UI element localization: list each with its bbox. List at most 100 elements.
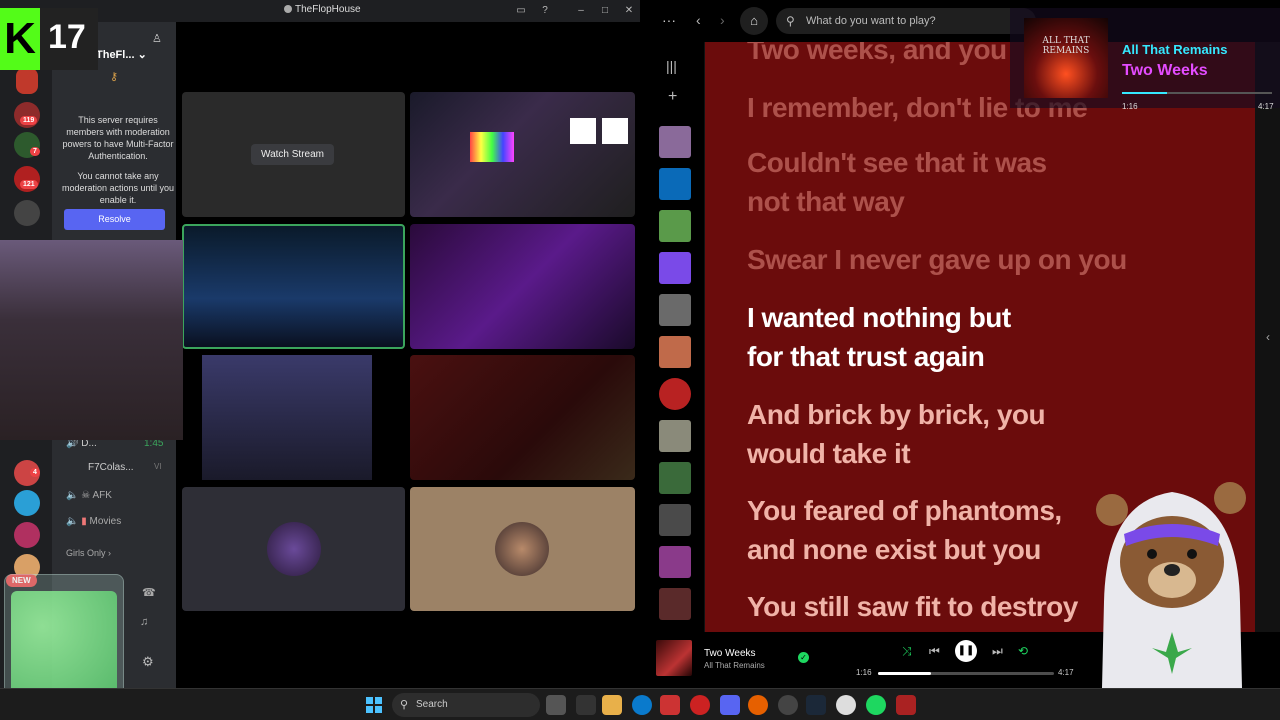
server-icon-home[interactable] xyxy=(16,68,38,94)
edge-icon[interactable] xyxy=(632,695,652,715)
shuffle-icon[interactable]: ⤨ xyxy=(902,644,912,659)
voice-channel-afk[interactable]: 🔈 ☠ AFK xyxy=(66,490,112,501)
server-icon[interactable] xyxy=(14,200,40,226)
elapsed-time: 1:16 xyxy=(856,668,872,677)
file-explorer-icon[interactable] xyxy=(602,695,622,715)
back-icon[interactable]: ‹ xyxy=(696,12,701,28)
minimize-icon[interactable]: – xyxy=(574,4,588,18)
next-icon[interactable]: ⏭ xyxy=(992,644,1003,659)
playlist-icon[interactable] xyxy=(659,546,691,578)
home-icon[interactable]: ⌂ xyxy=(740,7,768,35)
overlay-track: Two Weeks xyxy=(1122,62,1208,79)
app-icon[interactable] xyxy=(660,695,680,715)
task-view-icon[interactable] xyxy=(546,695,566,715)
resolve-button[interactable]: Resolve xyxy=(64,209,165,230)
playlist-icon[interactable] xyxy=(659,210,691,242)
voice-user[interactable]: F7Colas... xyxy=(88,462,134,473)
lyric-line[interactable]: Swear I never gave up on you xyxy=(747,240,1207,279)
pause-button[interactable]: ❚❚ xyxy=(955,640,977,662)
add-icon[interactable]: + xyxy=(668,88,677,106)
epic-games-icon[interactable] xyxy=(576,695,596,715)
taskbar-search-label: Search xyxy=(416,699,448,710)
menu-dots-icon[interactable]: ··· xyxy=(662,12,676,28)
playlist-icon[interactable] xyxy=(659,420,691,452)
track-artist[interactable]: All That Remains xyxy=(704,661,765,670)
playlist-icon[interactable] xyxy=(659,462,691,494)
windows-start-icon[interactable] xyxy=(366,697,382,713)
track-title[interactable]: Two Weeks xyxy=(704,648,756,659)
steam-icon[interactable] xyxy=(806,695,826,715)
overlay-elapsed: 1:16 xyxy=(1122,102,1138,111)
server-icon[interactable] xyxy=(14,490,40,516)
soundboard-icon[interactable]: ♫ xyxy=(140,616,148,628)
video-frame xyxy=(202,355,372,480)
help-icon[interactable]: ? xyxy=(538,4,552,18)
lyric-line-current[interactable]: I wanted nothing but for that trust agai… xyxy=(747,298,1047,376)
playlist-icon[interactable] xyxy=(659,336,691,368)
stream-tile[interactable]: Watch Stream xyxy=(182,92,405,217)
playlist-icon[interactable] xyxy=(659,588,691,620)
stream-tile-screenshare[interactable] xyxy=(410,92,635,217)
qr-code xyxy=(570,118,596,144)
chevron-left-icon[interactable]: ‹ xyxy=(1266,330,1270,344)
close-icon[interactable]: ✕ xyxy=(622,4,636,18)
spotify-icon[interactable] xyxy=(866,695,886,715)
firefox-icon[interactable] xyxy=(748,695,768,715)
progress-fill xyxy=(878,672,931,675)
repeat-icon[interactable]: ⟲ xyxy=(1018,644,1028,658)
library-icon[interactable]: ||| xyxy=(666,58,677,74)
stream-tile[interactable] xyxy=(410,224,635,349)
stream-tile[interactable] xyxy=(410,355,635,480)
bear-eye xyxy=(1147,549,1157,559)
obs-icon[interactable] xyxy=(836,695,856,715)
participant-tile[interactable] xyxy=(182,487,405,611)
forward-icon[interactable]: › xyxy=(720,12,725,28)
voice-channel-movies[interactable]: 🔈 ▮ Movies xyxy=(66,516,121,527)
server-icon[interactable] xyxy=(14,522,40,548)
playlist-icon[interactable] xyxy=(659,168,691,200)
bear-eye xyxy=(1187,549,1197,559)
screen: TheFlopHouse ▭ ? – □ ✕ 119 7 121 4 NEW T… xyxy=(0,0,1280,720)
album-art-overlay: ALL THAT REMAINS xyxy=(1024,18,1108,98)
disconnect-icon[interactable]: ☎ xyxy=(142,586,156,599)
playlist-icon[interactable] xyxy=(659,504,691,536)
kick-logo: K 17 xyxy=(0,8,98,70)
bear-mascot xyxy=(1096,482,1246,688)
opera-icon[interactable] xyxy=(690,695,710,715)
album-art[interactable] xyxy=(656,640,692,676)
gear-icon[interactable]: ⚙ xyxy=(142,654,154,670)
liked-songs-icon[interactable] xyxy=(659,252,691,284)
progress-bar[interactable] xyxy=(878,672,1054,675)
qr-code xyxy=(602,118,628,144)
stream-tile[interactable] xyxy=(182,355,405,480)
playlist-icon[interactable] xyxy=(659,126,691,158)
add-friend-icon[interactable]: ♙ xyxy=(152,32,162,45)
taskbar-search[interactable]: ⚲ Search xyxy=(392,693,540,717)
lyric-line[interactable]: Couldn't see that it was not that way xyxy=(747,143,1047,221)
lyric-line[interactable]: You feared of phantoms, and none exist b… xyxy=(747,491,1117,569)
search-input[interactable]: ⚲ What do you want to play? xyxy=(776,8,1036,34)
category-girls-only[interactable]: Girls Only › xyxy=(66,548,111,558)
stream-tile-speaking[interactable] xyxy=(182,224,405,349)
saved-check-icon[interactable]: ✓ xyxy=(798,652,809,663)
discord-icon[interactable] xyxy=(720,695,740,715)
speaker-icon: 🔈 xyxy=(66,516,79,527)
mfa-notice: This server requires members with modera… xyxy=(60,114,176,206)
chrome-icon[interactable] xyxy=(778,695,798,715)
unread-badge: 119 xyxy=(20,116,38,125)
previous-icon[interactable]: ⏮ xyxy=(929,644,940,659)
app-icon[interactable] xyxy=(896,695,916,715)
server-name-text: TheFl... xyxy=(96,49,135,61)
artist-icon[interactable] xyxy=(659,294,691,326)
bear-ear xyxy=(1214,482,1246,514)
voice-channel-label: AFK xyxy=(92,490,112,501)
maximize-icon[interactable]: □ xyxy=(598,4,612,18)
watch-stream-button[interactable]: Watch Stream xyxy=(251,144,334,165)
inbox-icon[interactable]: ▭ xyxy=(514,4,528,18)
artist-icon[interactable] xyxy=(659,378,691,410)
participant-tile[interactable] xyxy=(410,487,635,611)
avatar xyxy=(495,522,549,576)
mfa-sub-message: You cannot take any moderation actions u… xyxy=(61,171,175,205)
speaker-icon: 🔈 xyxy=(66,490,79,501)
lyric-line[interactable]: And brick by brick, you would take it xyxy=(747,395,1047,473)
